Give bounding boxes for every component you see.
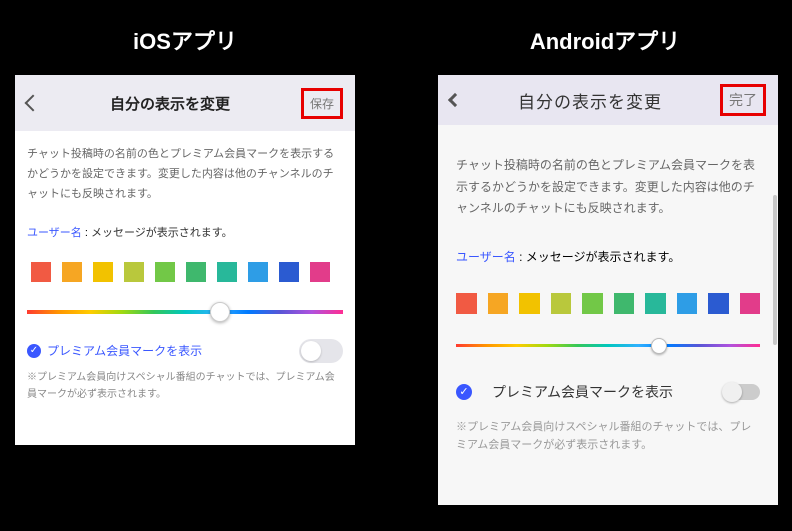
done-button-highlight: 完了 xyxy=(720,84,766,116)
message-preview: メッセージが表示されます。 xyxy=(91,227,233,239)
save-button-highlight: 保存 xyxy=(301,88,343,119)
message-preview: メッセージが表示されます。 xyxy=(526,250,681,264)
premium-note: ※プレミアム会員向けスペシャル番組のチャットでは、プレミアム会員マークが必ず表示… xyxy=(456,418,760,455)
ios-body: チャット投稿時の名前の色とプレミアム会員マークを表示するかどうかを設定できます。… xyxy=(15,131,355,445)
color-swatches xyxy=(456,293,760,314)
premium-note: ※プレミアム会員向けスペシャル番組のチャットでは、プレミアム会員マークが必ず表示… xyxy=(27,369,343,403)
color-swatch[interactable] xyxy=(279,262,299,282)
premium-mark-row: ✓ プレミアム会員マークを表示 xyxy=(27,342,343,359)
color-swatches xyxy=(27,262,343,282)
ios-screen: 自分の表示を変更 保存 チャット投稿時の名前の色とプレミアム会員マークを表示する… xyxy=(15,75,355,445)
premium-label: プレミアム会員マークを表示 xyxy=(492,382,673,402)
android-heading: Androidアプリ xyxy=(490,24,720,56)
slider-track xyxy=(27,310,343,314)
color-swatch[interactable] xyxy=(248,262,268,282)
premium-toggle[interactable] xyxy=(724,384,760,400)
color-swatch[interactable] xyxy=(93,262,113,282)
color-swatch[interactable] xyxy=(582,293,603,314)
color-slider[interactable] xyxy=(456,336,760,356)
slider-thumb[interactable] xyxy=(210,302,230,322)
color-swatch[interactable] xyxy=(155,262,175,282)
ios-heading: iOSアプリ xyxy=(100,24,270,56)
chevron-left-icon xyxy=(25,95,42,112)
done-button[interactable]: 完了 xyxy=(729,90,757,110)
color-swatch[interactable] xyxy=(310,262,330,282)
android-body: チャット投稿時の名前の色とプレミアム会員マークを表示するかどうかを設定できます。… xyxy=(438,125,778,505)
username-preview: ユーザー名 : メッセージが表示されます。 xyxy=(456,248,760,265)
description-text: チャット投稿時の名前の色とプレミアム会員マークを表示するかどうかを設定できます。… xyxy=(27,145,343,204)
color-swatch[interactable] xyxy=(124,262,144,282)
color-swatch[interactable] xyxy=(488,293,509,314)
premium-mark-row: ✓ プレミアム会員マークを表示 xyxy=(456,382,760,402)
color-swatch[interactable] xyxy=(186,262,206,282)
color-swatch[interactable] xyxy=(31,262,51,282)
color-swatch[interactable] xyxy=(519,293,540,314)
username-preview: ユーザー名 : メッセージが表示されます。 xyxy=(27,224,343,240)
description-text: チャット投稿時の名前の色とプレミアム会員マークを表示するかどうかを設定できます。… xyxy=(456,155,760,220)
color-swatch[interactable] xyxy=(708,293,729,314)
android-screen: 自分の表示を変更 完了 チャット投稿時の名前の色とプレミアム会員マークを表示する… xyxy=(438,75,778,505)
toggle-knob xyxy=(722,382,742,402)
toggle-knob xyxy=(301,341,321,361)
slider-thumb[interactable] xyxy=(651,338,667,354)
color-swatch[interactable] xyxy=(456,293,477,314)
color-swatch[interactable] xyxy=(551,293,572,314)
color-swatch[interactable] xyxy=(614,293,635,314)
back-button[interactable] xyxy=(27,97,39,109)
premium-label: プレミアム会員マークを表示 xyxy=(47,342,202,359)
android-header: 自分の表示を変更 完了 xyxy=(438,75,778,125)
color-swatch[interactable] xyxy=(677,293,698,314)
username-label: ユーザー名 xyxy=(27,227,82,239)
scrollbar[interactable] xyxy=(773,195,777,345)
premium-toggle[interactable] xyxy=(299,339,343,363)
page-title: 自分の表示を変更 xyxy=(110,93,230,114)
username-label: ユーザー名 xyxy=(456,250,516,264)
separator: : xyxy=(516,250,526,264)
slider-track xyxy=(456,344,760,347)
ios-header: 自分の表示を変更 保存 xyxy=(15,75,355,131)
back-button[interactable] xyxy=(450,95,460,105)
check-icon: ✓ xyxy=(456,384,472,400)
color-swatch[interactable] xyxy=(62,262,82,282)
check-icon: ✓ xyxy=(27,344,41,358)
chevron-left-icon xyxy=(448,93,462,107)
color-swatch[interactable] xyxy=(217,262,237,282)
page-title: 自分の表示を変更 xyxy=(518,88,662,113)
color-slider[interactable] xyxy=(27,300,343,324)
save-button[interactable]: 保存 xyxy=(310,95,334,112)
color-swatch[interactable] xyxy=(740,293,761,314)
color-swatch[interactable] xyxy=(645,293,666,314)
separator: : xyxy=(82,227,91,239)
